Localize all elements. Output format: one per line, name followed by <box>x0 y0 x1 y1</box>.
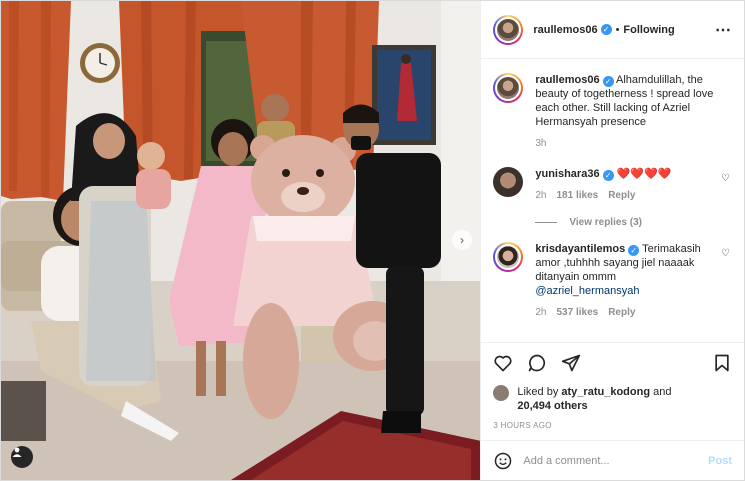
reply-button[interactable]: Reply <box>608 306 635 320</box>
verified-badge-icon: ✓ <box>600 24 612 35</box>
likes-summary: Liked by aty_ratu_kodong and 20,494 othe… <box>493 385 732 413</box>
post-comment-button[interactable]: Post <box>708 455 732 467</box>
more-horizontal-icon[interactable]: ⋯ <box>715 20 732 40</box>
comment-time[interactable]: 2h <box>535 306 546 320</box>
photo-scene <box>1 1 481 480</box>
liker-username[interactable]: aty_ratu_kodong <box>561 386 650 398</box>
verified-badge-icon: ✓ <box>602 170 614 181</box>
comment-likes[interactable]: 537 likes <box>556 306 598 320</box>
commenter-avatar[interactable] <box>493 242 524 272</box>
divider-line <box>535 222 558 223</box>
chevron-right-icon: › <box>460 233 464 247</box>
reply-button[interactable]: Reply <box>608 189 635 203</box>
share-icon[interactable] <box>561 353 581 373</box>
comment-username[interactable]: krisdayantilemos <box>535 243 625 255</box>
view-replies-button[interactable]: View replies (3) <box>535 217 732 228</box>
author-username[interactable]: raullemos06 <box>533 24 597 36</box>
comment-time[interactable]: 2h <box>535 189 546 203</box>
comments-list: raullemos06 ✓ Alhamdulillah, the beauty o… <box>481 59 744 342</box>
caption-username[interactable]: raullemos06 <box>535 74 599 86</box>
following-button[interactable]: Following <box>623 24 674 36</box>
side-panel: raullemos06 ✓ • Following ⋯ raullemos06 ✓… <box>480 1 744 480</box>
heart-icon[interactable] <box>493 353 513 373</box>
post-timestamp[interactable]: 3 HOURS AGO <box>493 421 732 430</box>
caption-avatar[interactable] <box>493 73 524 103</box>
like-comment-heart-icon[interactable]: ♡ <box>721 248 730 259</box>
user-tag-button[interactable] <box>11 446 33 468</box>
liked-by-connector: and <box>653 386 672 398</box>
emoji-icon[interactable] <box>493 451 513 471</box>
add-comment-bar: Post <box>481 440 744 480</box>
separator-dot: • <box>615 23 620 36</box>
verified-badge-icon: ✓ <box>602 76 614 87</box>
action-icons <box>493 351 732 375</box>
post-photo[interactable]: › <box>1 1 481 480</box>
comment: krisdayantilemos ✓ Terimakasih amor ,tuhh… <box>493 242 732 320</box>
comment: yunishara36 ✓ ❤️❤️❤️❤️ 2h 181 likes Reply… <box>493 167 732 203</box>
bookmark-icon[interactable] <box>712 353 732 373</box>
like-comment-heart-icon[interactable]: ♡ <box>721 173 730 184</box>
liker-avatar[interactable] <box>493 385 510 401</box>
comment-input[interactable] <box>523 454 709 467</box>
author-avatar[interactable] <box>493 14 524 45</box>
verified-badge-icon: ✓ <box>628 245 640 256</box>
caption: raullemos06 ✓ Alhamdulillah, the beauty o… <box>493 73 732 151</box>
next-photo-button[interactable]: › <box>452 230 472 250</box>
instagram-post: › raullemos06 ✓ • Following ⋯ raullemos0… <box>0 0 745 481</box>
comment-likes[interactable]: 181 likes <box>556 189 598 203</box>
view-replies-label: View replies (3) <box>569 217 642 228</box>
caption-time[interactable]: 3h <box>535 137 546 151</box>
user-tag-icon <box>12 447 22 457</box>
others-likes-link[interactable]: 20,494 others <box>517 400 587 412</box>
post-header: raullemos06 ✓ • Following ⋯ <box>481 1 744 59</box>
comment-icon[interactable] <box>527 353 547 373</box>
commenter-avatar[interactable] <box>493 167 524 197</box>
comment-text: ❤️❤️❤️❤️ <box>616 168 672 180</box>
post-actions: Liked by aty_ratu_kodong and 20,494 othe… <box>481 342 744 430</box>
comment-username[interactable]: yunishara36 <box>535 168 599 180</box>
comment-mention-link[interactable]: @azriel_hermansyah <box>535 285 639 297</box>
liked-by-prefix: Liked by <box>517 386 559 398</box>
